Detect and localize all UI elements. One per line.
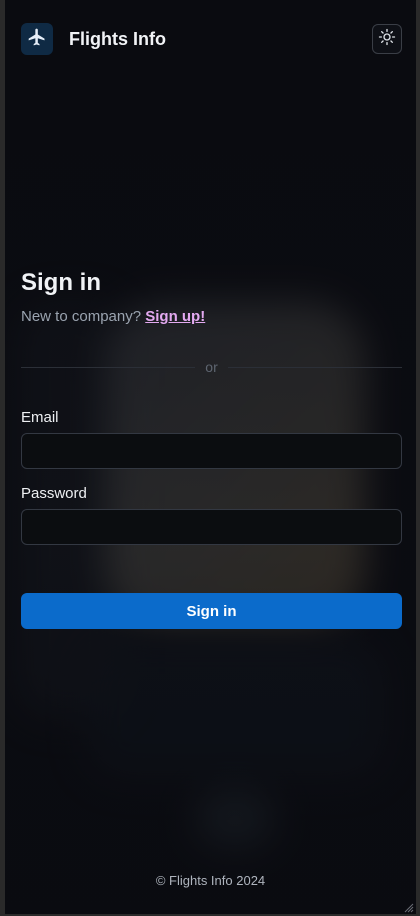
signup-prompt: New to company? Sign up!: [21, 308, 402, 325]
password-field[interactable]: [21, 509, 402, 545]
resize-handle-icon[interactable]: [402, 900, 414, 913]
logo: [21, 23, 53, 55]
signup-prompt-text: New to company?: [21, 308, 142, 325]
app-window: Flights Info Sign in New to company? Sig…: [0, 0, 420, 916]
footer-copyright: © Flights Info 2024: [155, 873, 266, 888]
page-title: Sign in: [21, 269, 101, 296]
email-field[interactable]: [21, 433, 402, 469]
sign-in-button[interactable]: Sign in: [21, 593, 402, 629]
divider-text: or: [205, 359, 218, 375]
airplane-icon: [27, 27, 47, 52]
password-label: Password: [21, 485, 87, 502]
signup-link[interactable]: Sign up!: [145, 308, 205, 325]
sun-icon: [378, 28, 396, 51]
header: Flights Info: [21, 22, 402, 56]
theme-toggle-button[interactable]: [372, 24, 402, 54]
signin-form: Sign in New to company? Sign up! or Emai…: [21, 266, 403, 629]
email-label: Email: [21, 409, 59, 426]
brand-title: Flights Info: [69, 28, 166, 49]
or-divider: or: [21, 357, 403, 377]
